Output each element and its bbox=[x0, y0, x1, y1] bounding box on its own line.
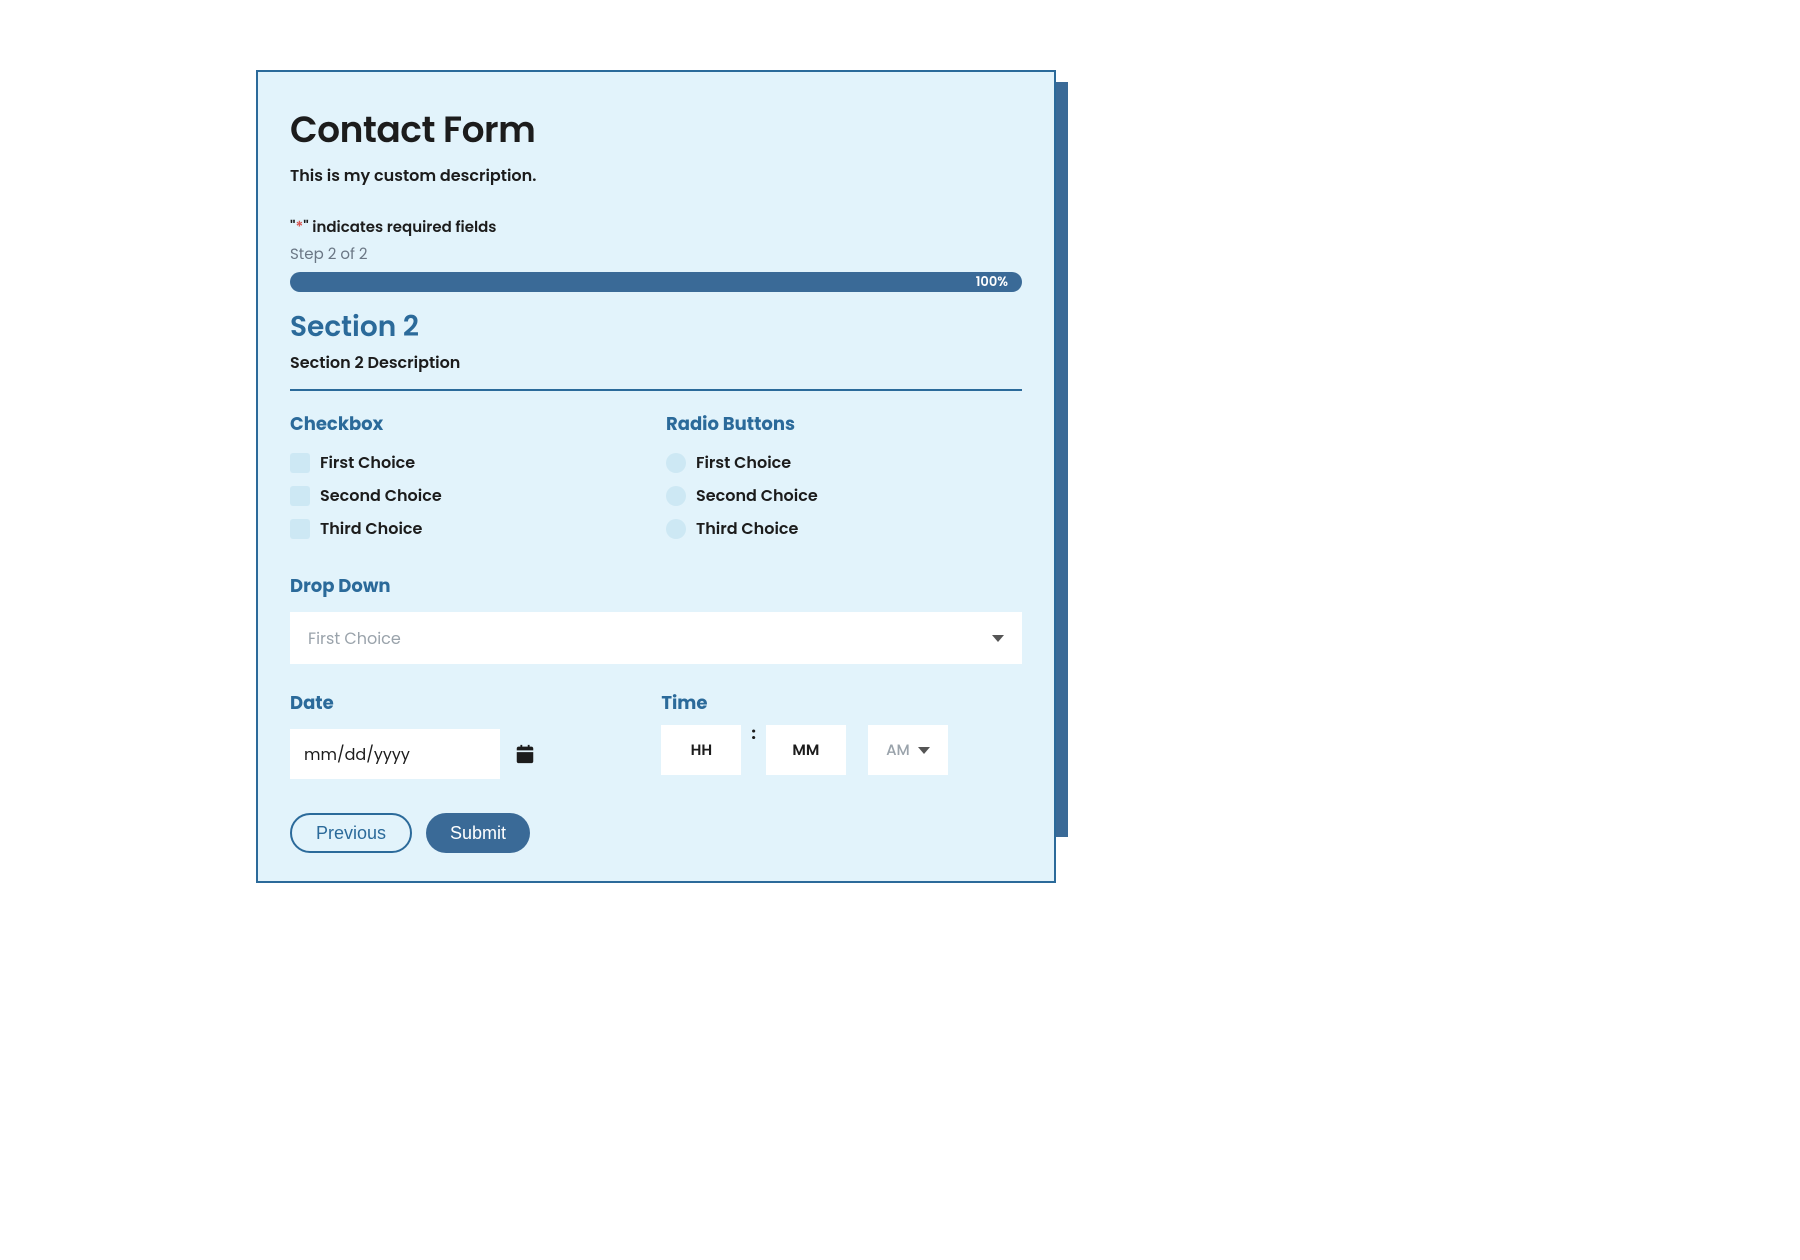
time-label: Time bbox=[661, 690, 1022, 717]
radio-option-label: First Choice bbox=[696, 450, 791, 475]
time-minute-placeholder: MM bbox=[792, 739, 819, 762]
checkbox-group: Checkbox First Choice Second Choice Thir… bbox=[290, 411, 646, 549]
dropdown-group: Drop Down First Choice bbox=[290, 573, 1022, 664]
radio-icon bbox=[666, 486, 686, 506]
date-input[interactable]: mm/dd/yyyy bbox=[290, 729, 500, 779]
time-minute-input[interactable]: MM bbox=[766, 725, 846, 775]
time-hour-input[interactable]: HH bbox=[661, 725, 741, 775]
time-colon: : bbox=[749, 721, 758, 746]
checkbox-option-label: Third Choice bbox=[320, 516, 422, 541]
chevron-down-icon bbox=[992, 635, 1004, 642]
previous-button[interactable]: Previous bbox=[290, 813, 412, 853]
submit-button[interactable]: Submit bbox=[426, 813, 530, 853]
dropdown-select[interactable]: First Choice bbox=[290, 612, 1022, 664]
section-divider bbox=[290, 389, 1022, 391]
checkbox-icon bbox=[290, 453, 310, 473]
radio-option-label: Third Choice bbox=[696, 516, 798, 541]
time-hour-placeholder: HH bbox=[691, 739, 713, 762]
dropdown-label: Drop Down bbox=[290, 573, 1022, 600]
radio-option-1[interactable]: First Choice bbox=[666, 450, 1022, 475]
checkbox-option-label: Second Choice bbox=[320, 483, 442, 508]
radio-icon bbox=[666, 519, 686, 539]
checkbox-icon bbox=[290, 486, 310, 506]
time-ampm-select[interactable]: AM bbox=[868, 725, 948, 775]
section-description: Section 2 Description bbox=[290, 350, 1022, 375]
progress-percent: 100% bbox=[976, 272, 1008, 292]
checkbox-icon bbox=[290, 519, 310, 539]
form-buttons: Previous Submit bbox=[290, 813, 1022, 853]
dropdown-value: First Choice bbox=[308, 626, 401, 651]
form-title: Contact Form bbox=[290, 102, 1022, 157]
date-label: Date bbox=[290, 690, 641, 717]
radio-group: Radio Buttons First Choice Second Choice… bbox=[666, 411, 1022, 549]
checkbox-label: Checkbox bbox=[290, 411, 646, 438]
radio-icon bbox=[666, 453, 686, 473]
radio-label: Radio Buttons bbox=[666, 411, 1022, 438]
chevron-down-icon bbox=[918, 747, 930, 754]
calendar-icon[interactable] bbox=[514, 743, 536, 765]
checkbox-option-1[interactable]: First Choice bbox=[290, 450, 646, 475]
checkbox-option-2[interactable]: Second Choice bbox=[290, 483, 646, 508]
form-description: This is my custom description. bbox=[290, 163, 1022, 188]
date-placeholder: mm/dd/yyyy bbox=[304, 742, 410, 767]
step-indicator: Step 2 of 2 bbox=[290, 243, 1022, 266]
checkbox-option-label: First Choice bbox=[320, 450, 415, 475]
radio-option-label: Second Choice bbox=[696, 483, 818, 508]
progress-bar-track: 100% bbox=[290, 272, 1022, 292]
time-ampm-value: AM bbox=[886, 739, 910, 762]
section-title: Section 2 bbox=[290, 306, 1022, 348]
time-group: Time HH : MM AM bbox=[661, 690, 1022, 779]
radio-option-2[interactable]: Second Choice bbox=[666, 483, 1022, 508]
contact-form-panel: Contact Form This is my custom descripti… bbox=[256, 70, 1056, 883]
radio-option-3[interactable]: Third Choice bbox=[666, 516, 1022, 541]
required-fields-note: "*" indicates required fields bbox=[290, 216, 1022, 239]
progress-bar-fill: 100% bbox=[290, 272, 1022, 292]
checkbox-option-3[interactable]: Third Choice bbox=[290, 516, 646, 541]
date-group: Date mm/dd/yyyy bbox=[290, 690, 641, 779]
